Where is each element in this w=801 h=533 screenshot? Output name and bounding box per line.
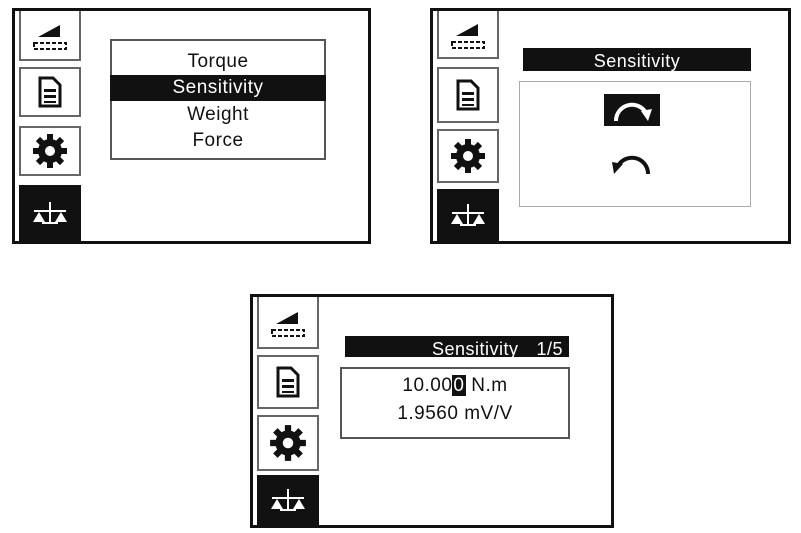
ramp-icon [271,312,305,337]
sensitivity-field: 1.9560 mV/V [342,403,568,425]
sidebar-settings-button[interactable] [437,129,499,183]
sidebar-settings-button[interactable] [19,126,81,176]
page-indicator: 1/5 [536,339,563,359]
sidebar-document-button[interactable] [19,67,81,117]
edit-cursor-digit[interactable]: 0 [452,375,466,396]
scale-icon [271,489,305,511]
counterclockwise-option[interactable] [604,144,660,180]
sidebar-scale-button[interactable] [19,185,81,241]
document-icon [456,79,480,111]
screen-title: Sensitivity [431,339,519,359]
menu-item-torque[interactable]: Torque [112,49,324,75]
menu-item-force[interactable]: Force [112,128,324,154]
sidebar-document-button[interactable] [257,355,319,409]
ramp-icon [451,24,485,49]
sidebar-scale-button[interactable] [437,189,499,241]
torque-value-field[interactable]: 10.000 N.m [342,375,568,397]
counterclockwise-arrow-icon [612,155,651,175]
document-icon [38,76,62,108]
value-screen: Sensitivity 1/5 10.000 N.m 1.9560 mV/V [250,294,614,528]
scale-icon [33,202,67,224]
sidebar-document-button[interactable] [437,67,499,123]
sidebar-settings-button[interactable] [257,415,319,471]
value-panel: 10.000 N.m 1.9560 mV/V [340,367,570,439]
document-icon [276,366,300,398]
sensitivity-unit: mV/V [464,403,513,424]
screen-title-bar: Sensitivity 1/5 [345,336,569,359]
menu-screen: Torque Sensitivity Weight Force [12,8,371,244]
sidebar-ramp-button[interactable] [19,11,81,61]
torque-value: 10.00 [402,375,453,396]
direction-panel [519,81,751,207]
gear-icon [270,425,306,461]
sidebar-scale-button[interactable] [257,475,319,525]
clockwise-option[interactable] [604,94,660,126]
gear-icon [451,139,485,173]
direction-screen: Sensitivity [430,8,791,244]
sidebar-ramp-button[interactable] [257,297,319,349]
gear-icon [33,134,67,168]
sidebar [433,11,503,241]
sidebar [253,297,323,525]
scale-icon [451,204,485,226]
screen-title: Sensitivity [523,48,751,71]
torque-unit: N.m [465,375,508,396]
menu-item-sensitivity[interactable]: Sensitivity [110,75,326,101]
ramp-icon [33,25,67,50]
sidebar [15,11,85,241]
menu-item-weight[interactable]: Weight [112,102,324,128]
sensitivity-value: 1.9560 [397,403,459,424]
mode-menu: Torque Sensitivity Weight Force [110,39,326,160]
clockwise-arrow-icon [613,102,652,122]
sidebar-ramp-button[interactable] [437,11,499,59]
